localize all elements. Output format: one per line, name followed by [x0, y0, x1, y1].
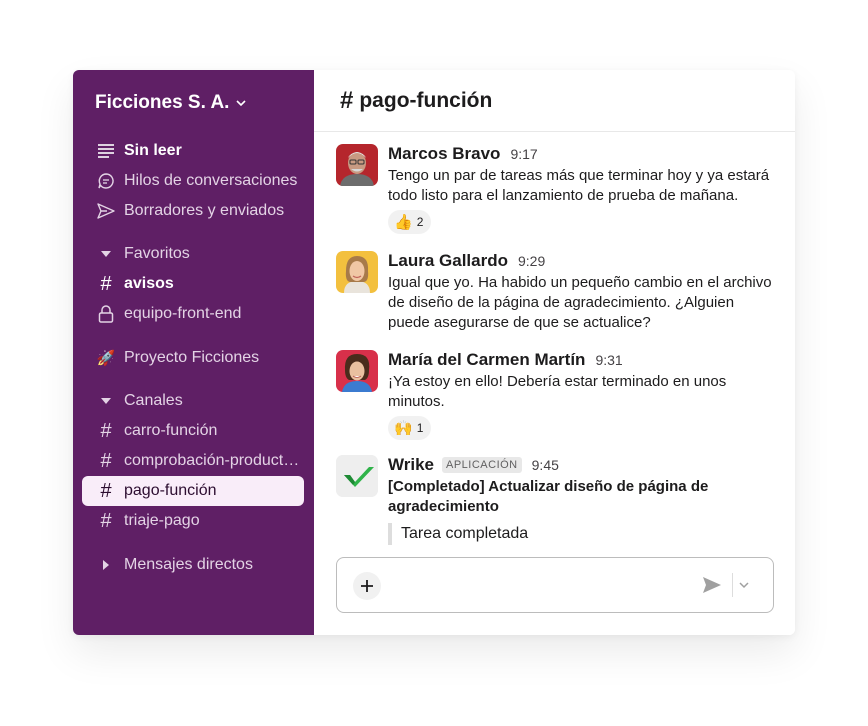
divider: [732, 573, 733, 597]
avatar[interactable]: [336, 350, 378, 392]
caret-right-icon: [96, 555, 116, 575]
message-text: [Completado] Actualizar diseño de página…: [388, 478, 709, 515]
raised-hands-icon: 🙌: [394, 420, 413, 437]
message-timestamp[interactable]: 9:17: [510, 146, 537, 162]
message-text: ¡Ya estoy en ello! Debería estar termina…: [388, 373, 727, 410]
hash-icon: #: [100, 480, 112, 502]
message-composer[interactable]: [336, 557, 774, 613]
sidebar: Ficciones S. A. Sin leer Hilos de conver…: [73, 70, 314, 635]
sidebar-item-unread[interactable]: Sin leer: [82, 136, 304, 166]
thumbs-up-icon: 👍: [394, 214, 413, 231]
sidebar-item-threads[interactable]: Hilos de conversaciones: [82, 166, 304, 196]
section-channels[interactable]: Canales: [82, 386, 304, 416]
hash-icon: #: [100, 273, 112, 295]
section-direct-messages[interactable]: Mensajes directos: [82, 550, 304, 580]
reaction-count: 2: [416, 215, 424, 229]
sidebar-item-label: triaje-pago: [124, 512, 200, 529]
workspace-switcher[interactable]: Ficciones S. A.: [95, 92, 247, 114]
sidebar-item-label: equipo-front-end: [124, 305, 242, 322]
sidebar-item-label: Hilos de conversaciones: [124, 172, 298, 189]
hash-icon: #: [100, 420, 112, 442]
plus-icon: [361, 580, 373, 592]
reaction[interactable]: 👍 2: [388, 210, 432, 234]
section-label: Favoritos: [124, 245, 190, 262]
threads-icon: [96, 171, 116, 191]
section-favorites[interactable]: Favoritos: [82, 239, 304, 269]
sidebar-item-label: pago-función: [124, 482, 217, 499]
sidebar-item-label: Proyecto Ficciones: [124, 349, 260, 366]
message-author[interactable]: Wrike: [388, 455, 434, 475]
sidebar-item-label: Sin leer: [124, 142, 182, 159]
hash-icon: #: [100, 450, 112, 472]
message-quote: Tarea completada: [388, 523, 778, 545]
message-timestamp[interactable]: 9:31: [595, 352, 622, 368]
message-text: Tengo un par de tareas más que terminar …: [388, 167, 770, 204]
sidebar-item-label: Borradores y enviados: [124, 202, 285, 219]
add-attachment-button[interactable]: [353, 572, 381, 600]
channel-view: # pago-función Marcos Bravo 9:17 Tengo u…: [314, 70, 795, 635]
hash-icon: #: [100, 510, 112, 532]
reaction-count: 1: [416, 421, 424, 435]
channel-title[interactable]: pago-función: [359, 89, 492, 113]
sidebar-item-avisos[interactable]: # avisos: [82, 269, 304, 299]
sidebar-item-equipo-front-end[interactable]: equipo-front-end: [82, 299, 304, 329]
send-icon: [96, 201, 116, 221]
wrike-app-icon[interactable]: [336, 455, 378, 497]
avatar[interactable]: [336, 144, 378, 186]
section-label: Mensajes directos: [124, 556, 253, 573]
sidebar-item-label: comprobación-product…: [124, 452, 300, 469]
lock-icon: [96, 304, 116, 324]
reaction[interactable]: 🙌 1: [388, 416, 432, 440]
message-author[interactable]: María del Carmen Martín: [388, 350, 585, 370]
message-author[interactable]: Marcos Bravo: [388, 144, 500, 164]
sidebar-item-carro-funcion[interactable]: # carro-función: [82, 416, 304, 446]
sidebar-item-pago-funcion[interactable]: # pago-función: [82, 476, 304, 506]
message-timestamp[interactable]: 9:29: [518, 253, 545, 269]
sidebar-item-comprobacion-product[interactable]: # comprobación-product…: [82, 446, 304, 476]
channel-hash-icon: #: [340, 86, 354, 114]
sidebar-item-label: avisos: [124, 275, 174, 292]
sidebar-item-proyecto-ficciones[interactable]: 🚀 Proyecto Ficciones: [82, 343, 304, 373]
message-text: Igual que yo. Ha habido un pequeño cambi…: [388, 274, 772, 331]
unread-icon: [96, 141, 116, 161]
sidebar-item-drafts[interactable]: Borradores y enviados: [82, 196, 304, 226]
caret-down-icon: [96, 244, 116, 264]
workspace-name: Ficciones S. A.: [95, 92, 230, 113]
channel-header: # pago-función: [314, 70, 795, 132]
message-author[interactable]: Laura Gallardo: [388, 251, 508, 271]
app-window: Ficciones S. A. Sin leer Hilos de conver…: [73, 70, 795, 635]
chevron-down-icon[interactable]: [737, 578, 751, 592]
rocket-icon: 🚀: [96, 350, 116, 367]
message-timestamp[interactable]: 9:45: [532, 457, 559, 473]
app-badge: APLICACIÓN: [442, 457, 522, 473]
sidebar-item-label: carro-función: [124, 422, 218, 439]
avatar[interactable]: [336, 251, 378, 293]
send-icon[interactable]: [701, 574, 723, 596]
chevron-down-icon: [236, 100, 247, 107]
section-label: Canales: [124, 392, 183, 409]
caret-down-icon: [96, 391, 116, 411]
sidebar-item-triaje-pago[interactable]: # triaje-pago: [82, 506, 304, 536]
